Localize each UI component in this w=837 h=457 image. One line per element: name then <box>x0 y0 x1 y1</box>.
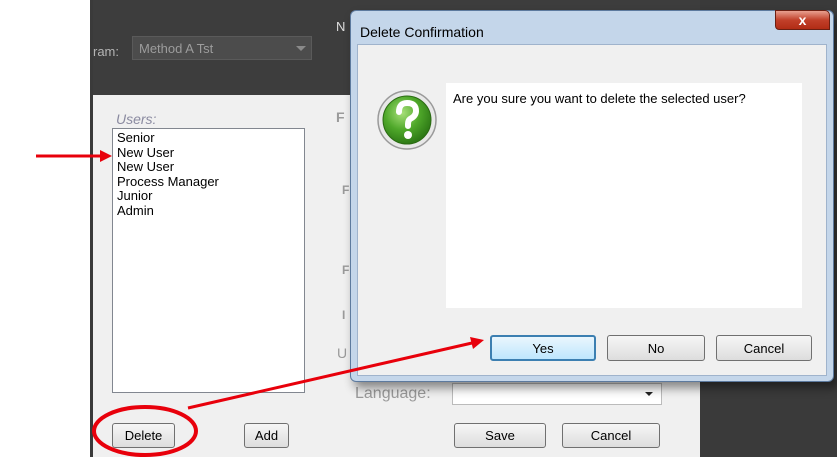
add-button[interactable]: Add <box>244 423 289 448</box>
delete-button[interactable]: Delete <box>112 423 175 448</box>
field-label-fragment: F <box>342 263 350 277</box>
language-select[interactable] <box>452 383 662 405</box>
header-label-fragment: N <box>336 19 346 34</box>
close-icon: x <box>798 12 807 28</box>
save-button[interactable]: Save <box>454 423 546 448</box>
chevron-down-icon[interactable] <box>296 46 306 51</box>
users-list[interactable]: Senior New User New User Process Manager… <box>112 128 305 393</box>
list-item[interactable]: Admin <box>117 203 300 219</box>
desktop-strip <box>0 0 92 457</box>
app-left-border <box>90 0 93 457</box>
dialog-message: Are you sure you want to delete the sele… <box>453 91 746 106</box>
language-label: Language: <box>355 385 431 402</box>
field-label-fragment: I <box>342 308 346 322</box>
chevron-down-icon[interactable] <box>645 392 653 396</box>
yes-button[interactable]: Yes <box>490 335 596 361</box>
question-icon <box>377 90 437 150</box>
program-label: ram: <box>93 44 119 59</box>
list-item[interactable]: New User <box>117 159 300 175</box>
dialog-cancel-button[interactable]: Cancel <box>716 335 812 361</box>
close-button[interactable]: x <box>775 10 830 30</box>
users-label: Users: <box>116 111 157 127</box>
field-label-fragment: F <box>336 109 345 125</box>
cancel-button[interactable]: Cancel <box>562 423 660 448</box>
no-button[interactable]: No <box>607 335 705 361</box>
message-area <box>446 83 802 308</box>
program-select[interactable]: Method A Tst <box>132 36 312 60</box>
list-item[interactable]: Junior <box>117 188 300 204</box>
list-item[interactable]: Senior <box>117 130 300 146</box>
field-label-fragment: U <box>337 345 348 361</box>
list-item[interactable]: Process Manager <box>117 174 300 190</box>
field-label-fragment: F <box>342 183 350 197</box>
list-item[interactable]: New User <box>117 145 300 161</box>
dialog-title: Delete Confirmation <box>360 24 484 40</box>
